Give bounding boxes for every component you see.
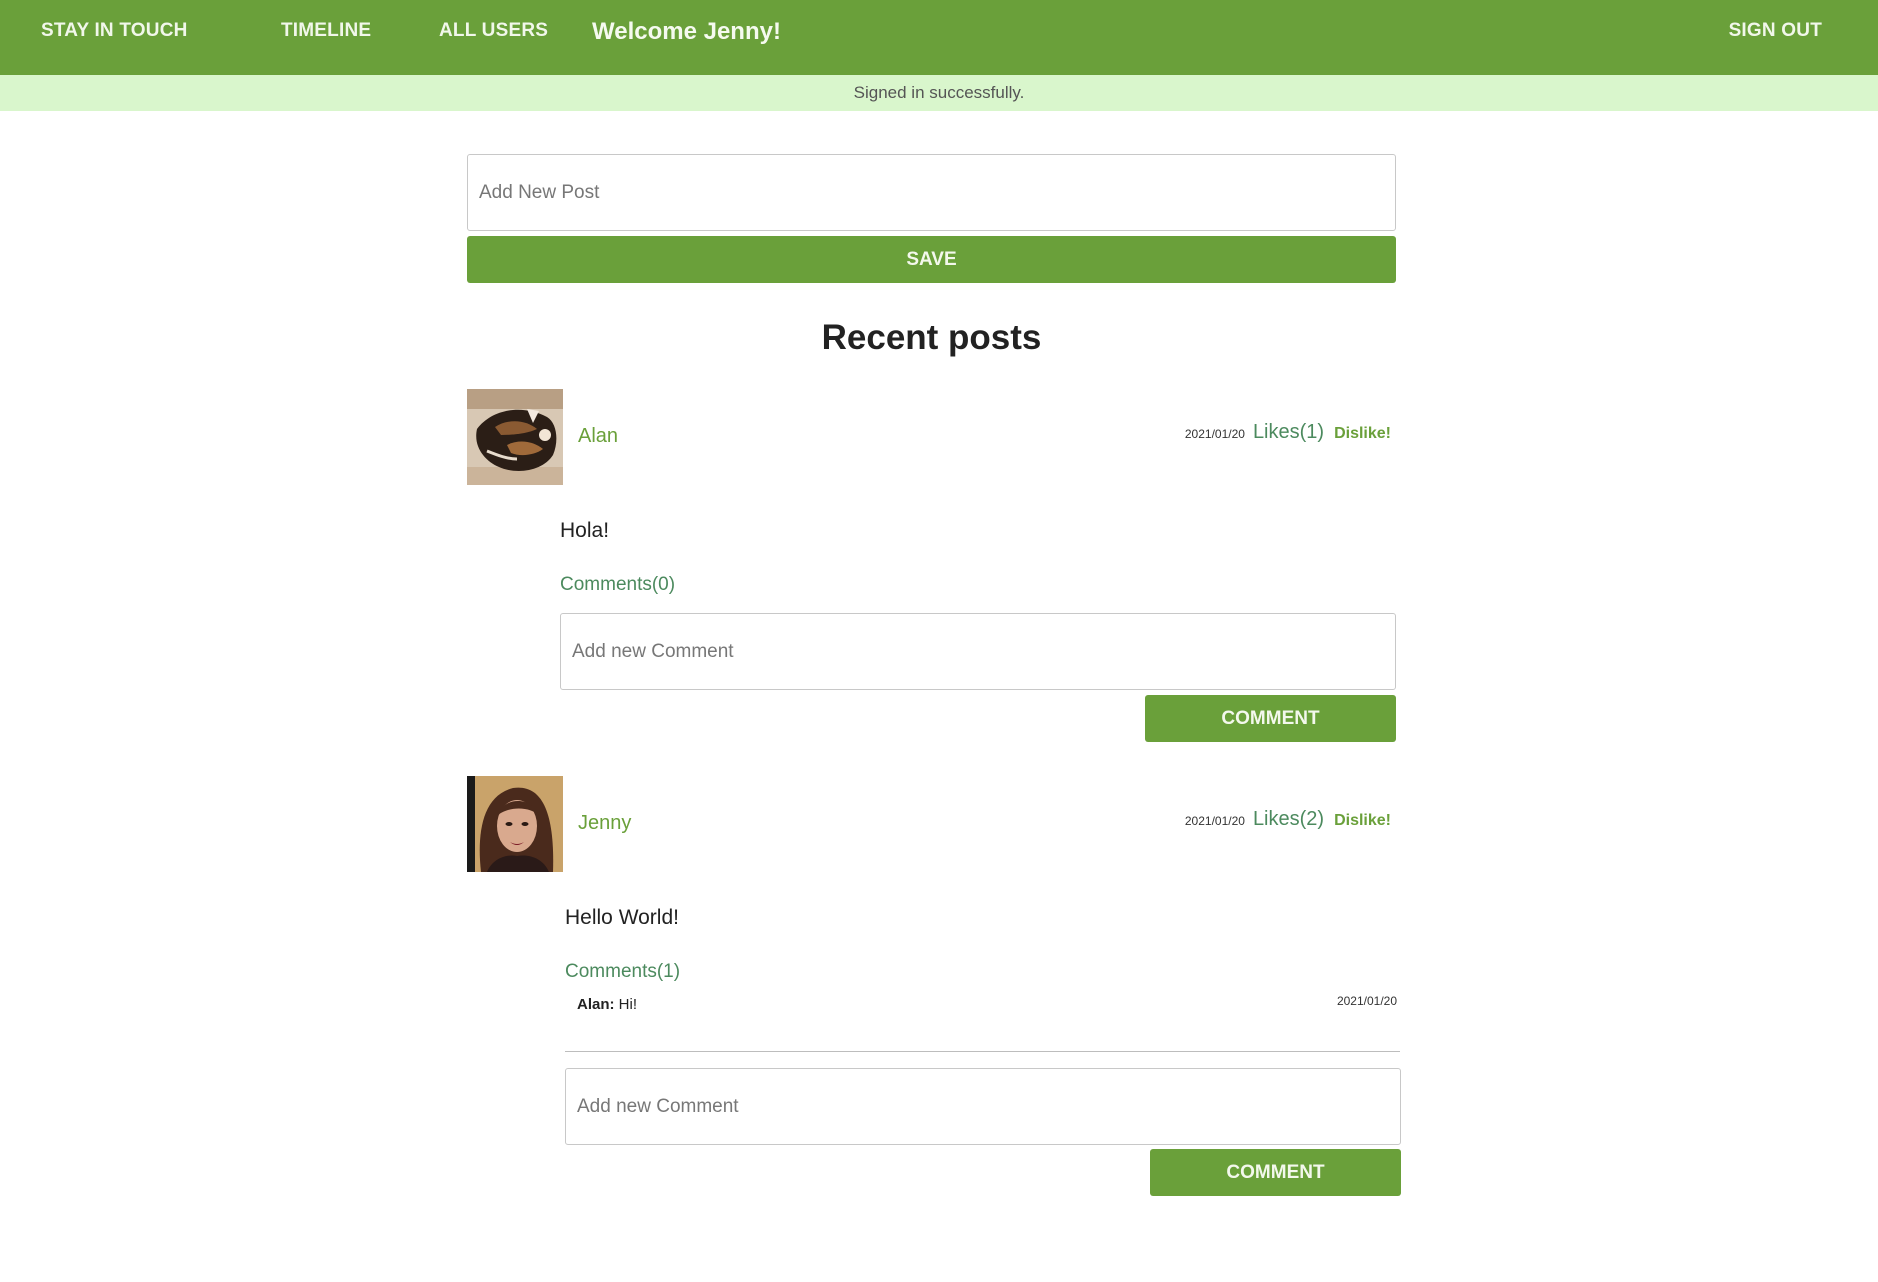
comment-input[interactable] — [560, 613, 1396, 690]
flash-notice: Signed in successfully. — [0, 75, 1878, 111]
comment-divider — [565, 1051, 1400, 1052]
post-body: Hola! — [560, 519, 610, 542]
post-author-link[interactable]: Jenny — [578, 812, 631, 835]
welcome-message: Welcome Jenny! — [592, 18, 781, 45]
comment-text: Hi! — [618, 996, 638, 1013]
post-meta: 2021/01/20 Likes(1) Dislike! — [1185, 421, 1391, 444]
comment-author: Alan: — [577, 996, 615, 1013]
comment-date: 2021/01/20 — [1336, 994, 1397, 1008]
dislike-button[interactable]: Dislike! — [1334, 812, 1391, 830]
post-author-link[interactable]: Alan — [578, 425, 618, 448]
avatar — [467, 389, 563, 485]
recent-posts-heading: Recent posts — [821, 318, 1042, 357]
alan-avatar-image — [467, 389, 563, 485]
new-post-input[interactable] — [467, 154, 1396, 231]
save-post-button[interactable]: SAVE — [467, 236, 1396, 283]
post-date: 2021/01/20 — [1184, 814, 1245, 828]
nav-brand-link[interactable]: STAY IN TOUCH — [41, 0, 188, 62]
top-navbar: STAY IN TOUCH TIMELINE ALL USERS Welcome… — [0, 0, 1878, 75]
comments-count-link[interactable]: Comments(1) — [565, 961, 680, 983]
comment-button[interactable]: COMMENT — [1150, 1149, 1401, 1196]
avatar — [467, 776, 563, 872]
post-meta: 2021/01/20 Likes(2) Dislike! — [1185, 808, 1391, 831]
likes-link[interactable]: Likes(2) — [1253, 808, 1324, 831]
jenny-avatar-image — [467, 776, 563, 872]
comment-button[interactable]: COMMENT — [1145, 695, 1396, 742]
comment-item: Alan: Hi! 2021/01/20 — [577, 994, 1397, 1013]
comments-count-link[interactable]: Comments(0) — [560, 574, 675, 596]
post-date: 2021/01/20 — [1184, 427, 1245, 441]
sign-out-link[interactable]: SIGN OUT — [1729, 0, 1822, 62]
likes-link[interactable]: Likes(1) — [1253, 421, 1324, 444]
post-body: Hello World! — [565, 906, 679, 929]
dislike-button[interactable]: Dislike! — [1334, 425, 1391, 443]
nav-all-users-link[interactable]: ALL USERS — [439, 0, 548, 62]
nav-timeline-link[interactable]: TIMELINE — [281, 0, 371, 62]
comment-input[interactable] — [565, 1068, 1401, 1145]
